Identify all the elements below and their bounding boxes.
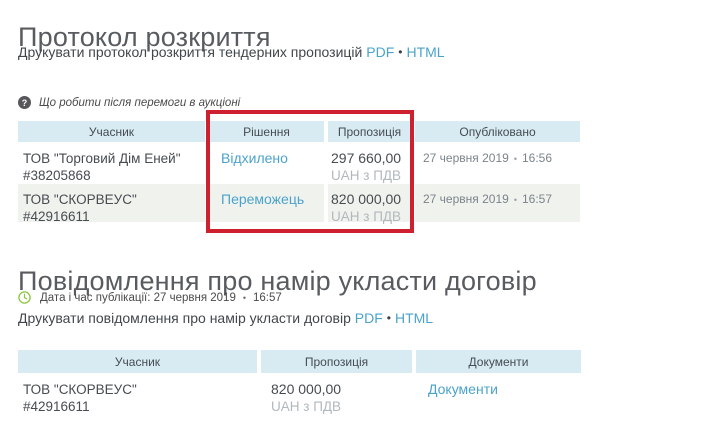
dot-separator: • [387, 311, 391, 325]
participant-id: #38205868 [23, 167, 205, 184]
column-header-documents: Документи [416, 350, 581, 373]
decision-link-rejected[interactable]: Відхилено [221, 150, 288, 166]
publication-text: Дата і час публікації: 27 червня 2019 • 16… [40, 292, 282, 304]
intent-print-line: Друкувати повідомлення про намір укласти… [18, 310, 433, 326]
disclosure-pdf-link[interactable]: PDF [366, 44, 394, 60]
question-icon: ? [18, 96, 31, 109]
disclosure-table: Учасник Рішення Пропозиція Опубліковано … [18, 121, 583, 222]
publication-date: 27 червня 2019 [154, 292, 236, 304]
column-header-published: Опубліковано [415, 121, 580, 142]
auction-help-line[interactable]: ? Що робити після перемоги в аукціоні [18, 96, 240, 109]
intent-pdf-link[interactable]: PDF [355, 310, 383, 326]
proposal-cell: 820 000,00 UAH з ПДВ [328, 184, 411, 222]
intent-table: Учасник Пропозиція Документи ТОВ "СКОРВЕ… [18, 350, 583, 420]
decision-cell: Відхилено [209, 143, 324, 183]
proposal-amount: 820 000,00 [271, 381, 412, 398]
proposal-amount: 297 660,00 [331, 150, 411, 167]
documents-link[interactable]: Документи [428, 381, 498, 397]
published-time: 16:57 [522, 192, 552, 206]
proposal-currency: UAH з ПДВ [331, 167, 411, 184]
published-date: 27 червня 2019 [423, 192, 509, 206]
disclosure-html-link[interactable]: HTML [406, 44, 444, 60]
disclosure-print-text: Друкувати протокол розкриття тендерних п… [18, 44, 362, 60]
disclosure-table-header: Учасник Рішення Пропозиція Опубліковано [18, 121, 583, 142]
proposal-currency: UAH з ПДВ [331, 208, 411, 225]
participant-name: ТОВ "СКОРВЕУС" [23, 381, 257, 398]
participant-name: ТОВ "Торговий Дім Еней" [23, 150, 205, 167]
intent-print-text: Друкувати повідомлення про намір укласти… [18, 310, 351, 326]
dot-separator: • [398, 45, 402, 59]
proposal-currency: UAH з ПДВ [271, 398, 412, 415]
participant-cell: ТОВ "СКОРВЕУС" #42916611 [18, 184, 205, 222]
auction-help-text: Що робити після перемоги в аукціоні [39, 97, 240, 109]
documents-cell: Документи [416, 374, 581, 420]
publication-datetime-line: Дата і час публікації: 27 червня 2019 • 16… [18, 291, 282, 304]
column-header-proposal: Пропозиція [328, 121, 411, 142]
published-cell: 27 червня 2019 • 16:56 [415, 143, 580, 183]
publication-label: Дата і час публікації: [40, 292, 150, 304]
column-header-participant: Учасник [18, 350, 257, 373]
intent-table-header: Учасник Пропозиція Документи [18, 350, 583, 373]
published-date: 27 червня 2019 [423, 151, 509, 165]
proposal-amount: 820 000,00 [331, 191, 411, 208]
participant-id: #42916611 [23, 208, 205, 225]
decision-link-winner[interactable]: Переможець [221, 191, 304, 207]
participant-cell: ТОВ "Торговий Дім Еней" #38205868 [18, 143, 205, 183]
participant-name: ТОВ "СКОРВЕУС" [23, 191, 205, 208]
table-row: ТОВ "СКОРВЕУС" #42916611 Переможець 820 … [18, 184, 583, 222]
column-header-proposal: Пропозиція [261, 350, 412, 373]
publication-time: 16:57 [253, 292, 282, 304]
proposal-cell: 820 000,00 UAH з ПДВ [261, 374, 412, 420]
disclosure-print-line: Друкувати протокол розкриття тендерних п… [18, 44, 445, 60]
column-header-participant: Учасник [18, 121, 205, 142]
published-time: 16:56 [522, 151, 552, 165]
intent-html-link[interactable]: HTML [395, 310, 433, 326]
decision-cell: Переможець [209, 184, 324, 222]
dot-separator: • [514, 154, 517, 164]
participant-id: #42916611 [23, 398, 257, 415]
proposal-cell: 297 660,00 UAH з ПДВ [328, 143, 411, 183]
table-row: ТОВ "Торговий Дім Еней" #38205868 Відхил… [18, 143, 583, 183]
dot-separator: • [514, 195, 517, 205]
table-row: ТОВ "СКОРВЕУС" #42916611 820 000,00 UAH … [18, 374, 583, 420]
clock-icon [18, 291, 31, 304]
published-cell: 27 червня 2019 • 16:57 [415, 184, 580, 222]
dot-separator: • [243, 293, 246, 303]
column-header-decision: Рішення [209, 121, 324, 142]
participant-cell: ТОВ "СКОРВЕУС" #42916611 [18, 374, 257, 420]
